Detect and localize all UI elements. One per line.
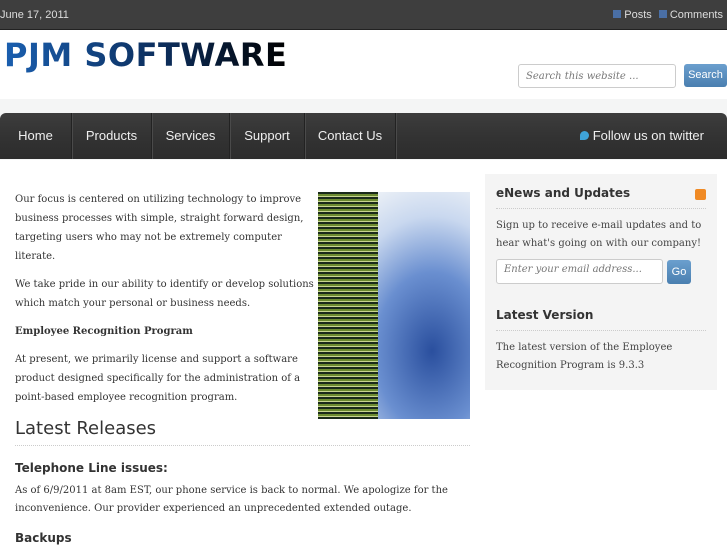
enews-text: Sign up to receive e-mail updates and to… bbox=[496, 220, 702, 249]
sidebar: eNews and Updates Sign up to receive e-m… bbox=[485, 174, 717, 390]
rss-icon bbox=[613, 10, 622, 18]
cd-stack-image bbox=[318, 192, 470, 419]
rss-icon bbox=[658, 10, 667, 18]
section-heading: Employee Recognition Program bbox=[15, 326, 193, 337]
site-logo[interactable]: PJM SOFTWARE bbox=[4, 36, 287, 74]
main-nav: Home Products Services Support Contact U… bbox=[0, 113, 727, 159]
release-title: Backups bbox=[15, 531, 72, 545]
posts-feed-link[interactable]: Posts bbox=[613, 9, 652, 21]
enews-title: eNews and Updates bbox=[496, 186, 631, 200]
nav-contact-us[interactable]: Contact Us bbox=[305, 113, 396, 159]
search-button[interactable]: Search bbox=[684, 64, 727, 87]
intro-paragraph: We take pride in our ability to identify… bbox=[15, 279, 314, 309]
intro-paragraph: At present, we primarily license and sup… bbox=[15, 354, 301, 403]
latest-version-title: Latest Version bbox=[496, 308, 706, 331]
rss-icon[interactable] bbox=[695, 189, 706, 200]
twitter-label[interactable]: Follow us on twitter bbox=[593, 128, 704, 143]
posts-label[interactable]: Posts bbox=[624, 9, 652, 21]
latest-releases-title: Latest Releases bbox=[15, 418, 470, 446]
comments-label[interactable]: Comments bbox=[670, 9, 723, 21]
top-bar: June 17, 2011 Posts Comments bbox=[0, 0, 727, 30]
nav-services[interactable]: Services bbox=[152, 113, 230, 159]
header: PJM SOFTWARE Search this website ... Sea… bbox=[0, 31, 727, 99]
release-text: As of 6/9/2011 at 8am EST, our phone ser… bbox=[15, 485, 448, 514]
latest-version-text: The latest version of the Employee Recog… bbox=[496, 342, 673, 371]
comments-feed-link[interactable]: Comments bbox=[658, 9, 723, 21]
twitter-bird-icon bbox=[579, 131, 589, 140]
date: June 17, 2011 bbox=[0, 9, 69, 21]
nav-home[interactable]: Home bbox=[0, 113, 72, 159]
nav-support[interactable]: Support bbox=[230, 113, 305, 159]
email-input[interactable]: Enter your email address... bbox=[496, 259, 663, 284]
go-button[interactable]: Go bbox=[667, 259, 691, 284]
search-input[interactable]: Search this website ... bbox=[518, 64, 676, 88]
twitter-link[interactable]: Follow us on twitter bbox=[579, 113, 704, 159]
intro-paragraph: Our focus is centered on utilizing techn… bbox=[15, 194, 304, 262]
release-title: Telephone Line issues: bbox=[15, 461, 168, 475]
nav-products[interactable]: Products bbox=[72, 113, 152, 159]
